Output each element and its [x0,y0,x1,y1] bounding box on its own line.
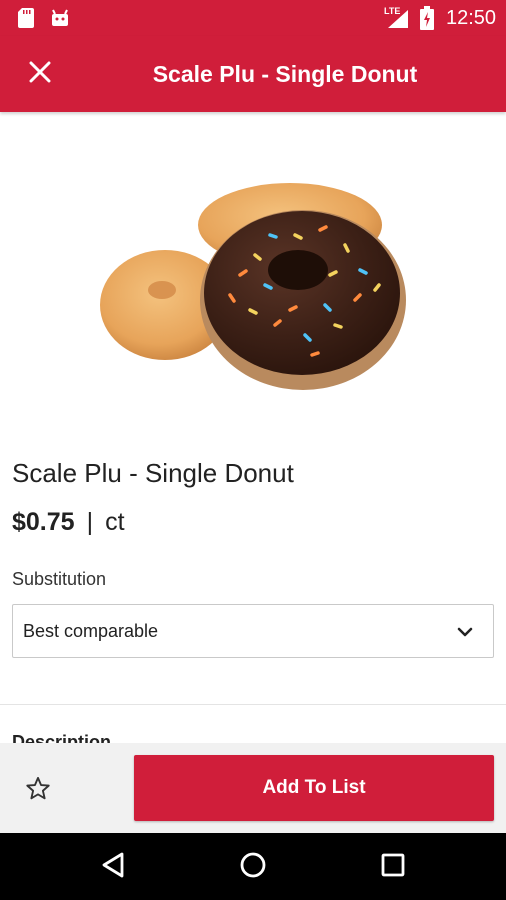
product-name: Scale Plu - Single Donut [12,458,294,488]
battery-icon [420,6,434,30]
description-header: Description [12,732,112,744]
chevron-down-icon [455,622,475,642]
product-price: $0.75 [12,508,75,536]
home-button[interactable] [233,847,273,887]
bottom-action-bar: Add To List [0,743,506,833]
product-image [90,175,420,405]
app-bar: Scale Plu - Single Donut [0,36,506,112]
status-time: 12:50 [446,7,497,29]
sd-card-icon [18,8,34,28]
page-title: Scale Plu - Single Donut [152,60,418,87]
signal-icon [388,10,408,28]
back-button[interactable] [93,847,133,887]
price-row: $0.75 | ct [12,508,125,537]
close-icon [29,61,51,88]
status-bar: LTE 12:50 [0,0,506,36]
android-icon [50,8,70,28]
home-icon [239,851,267,884]
substitution-select[interactable]: Best comparable [12,604,494,658]
substitution-value: Best comparable [23,620,159,641]
favorite-button[interactable] [18,771,58,811]
star-outline-icon [24,775,52,808]
recents-icon [380,852,406,883]
add-to-list-button[interactable]: Add To List [134,755,494,821]
substitution-label: Substitution [12,569,107,589]
recents-button[interactable] [373,847,413,887]
price-unit: ct [105,508,125,536]
close-button[interactable] [20,56,60,92]
section-divider [0,704,506,705]
system-nav-bar [0,833,506,900]
price-separator: | [86,508,94,536]
back-icon [100,851,126,884]
